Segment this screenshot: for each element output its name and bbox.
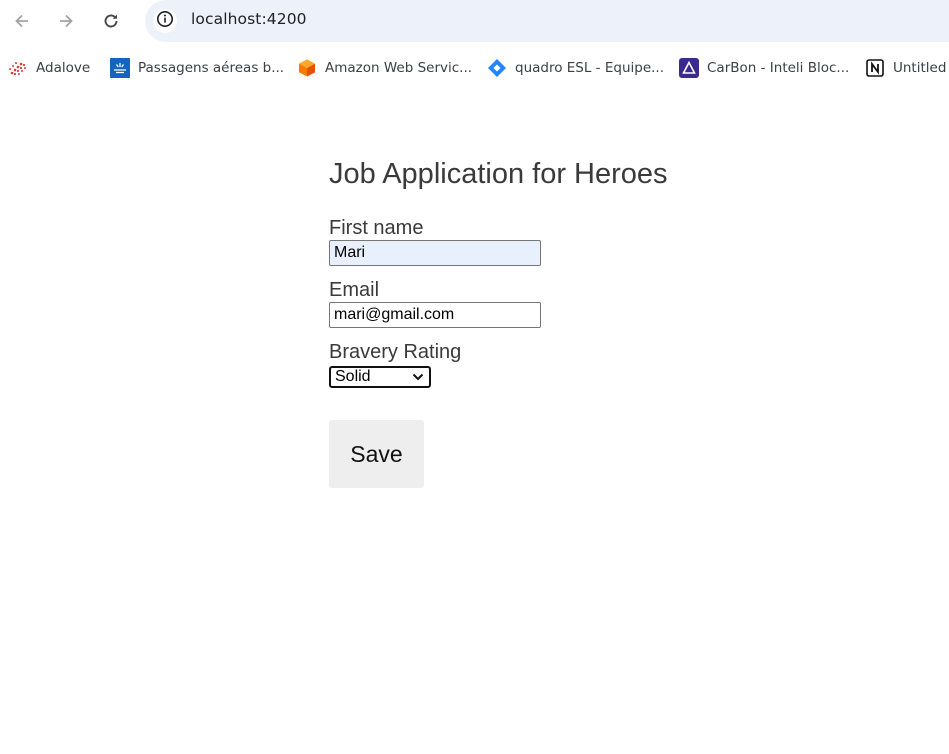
url-text[interactable]: localhost:4200 [191, 10, 307, 28]
browser-toolbar: localhost:4200 [0, 0, 949, 42]
bookmarks-bar: Adalove Passagens aéreas b... Amazon Web… [0, 50, 949, 86]
site-info-button[interactable] [153, 9, 177, 33]
bookmark-label: Untitled [893, 60, 947, 76]
bookmark-label: Amazon Web Servic... [325, 60, 473, 76]
bookmark-quadro-esl[interactable]: quadro ESL - Equipe... [487, 57, 664, 79]
carbon-triangle-icon [679, 58, 699, 78]
bookmark-untitled[interactable]: Untitled [865, 57, 946, 79]
forward-button[interactable] [52, 7, 80, 35]
first-name-input[interactable] [329, 240, 541, 266]
address-bar[interactable]: localhost:4200 [145, 0, 949, 42]
chevron-down-icon [410, 369, 426, 385]
email-input[interactable] [329, 302, 541, 328]
reload-button[interactable] [97, 7, 125, 35]
bookmark-carbon[interactable]: CarBon - Inteli Bloc... [679, 57, 849, 79]
info-icon [156, 10, 174, 33]
bookmark-aws[interactable]: Amazon Web Servic... [297, 57, 472, 79]
bravery-rating-value: Solid [335, 368, 371, 385]
arrow-right-icon [56, 11, 76, 31]
hero-form: Job Application for Heroes First name Em… [329, 156, 729, 488]
bookmark-label: Adalove [36, 60, 91, 76]
bookmark-passagens[interactable]: Passagens aéreas b... [110, 57, 284, 79]
back-button[interactable] [8, 7, 36, 35]
jira-icon [487, 58, 507, 78]
reload-icon [101, 11, 121, 31]
notion-icon [865, 58, 885, 78]
bravery-rating-label: Bravery Rating [329, 341, 462, 363]
email-label: Email [329, 279, 380, 301]
bookmark-label: Passagens aéreas b... [138, 60, 285, 76]
save-button[interactable]: Save [329, 420, 424, 488]
airline-icon [110, 58, 130, 78]
adalove-icon [8, 58, 28, 78]
bravery-rating-select[interactable]: Solid [329, 366, 431, 388]
aws-cube-icon [297, 58, 317, 78]
bookmark-adalove[interactable]: Adalove [8, 57, 90, 79]
first-name-label: First name [329, 217, 424, 239]
bookmark-label: quadro ESL - Equipe... [515, 60, 665, 76]
page-title: Job Application for Heroes [329, 158, 668, 190]
arrow-left-icon [12, 11, 32, 31]
bookmark-label: CarBon - Inteli Bloc... [707, 60, 850, 76]
